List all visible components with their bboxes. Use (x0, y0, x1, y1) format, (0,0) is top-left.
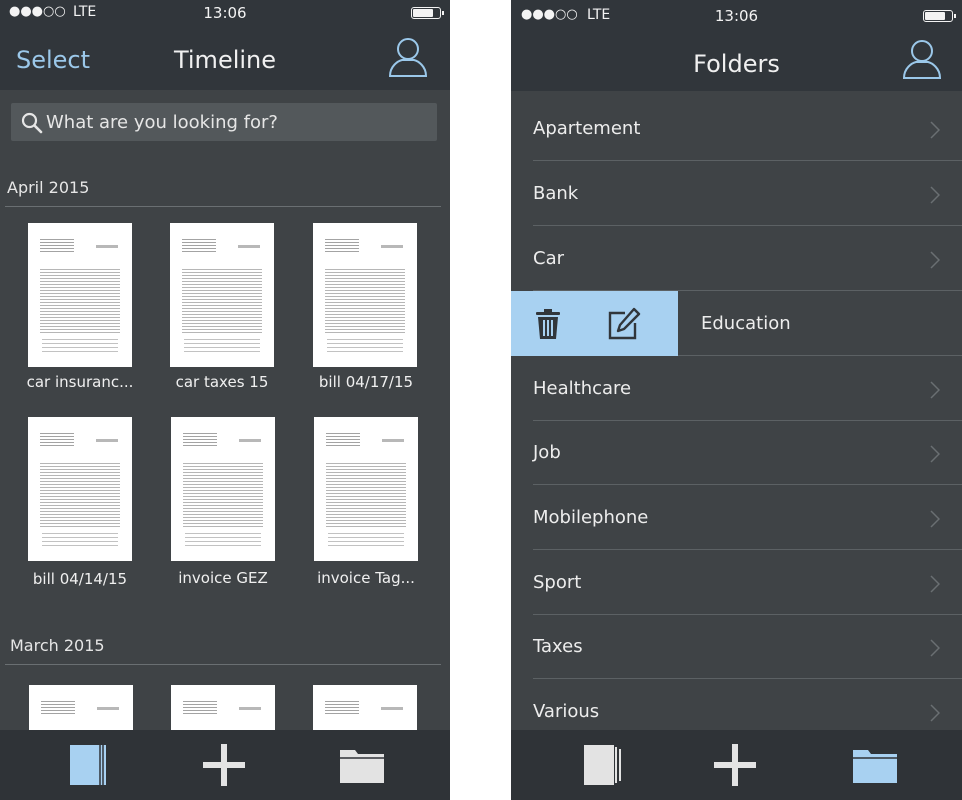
documents-icon (584, 745, 621, 785)
chevron-right-icon (930, 121, 940, 139)
document-caption: invoice GEZ (178, 569, 268, 587)
status-bar: ●●●○○ LTE 13:06 (511, 7, 962, 27)
folders-screen: ●●●○○ LTE 13:06 Folders Apartement Bank … (511, 0, 962, 800)
add-icon (714, 744, 756, 786)
document-thumbnail[interactable] (313, 223, 417, 367)
page-title: Folders (693, 50, 780, 78)
search-input[interactable]: What are you looking for? (11, 103, 437, 141)
timeline-screen: ●●●○○ LTE 13:06 Select Timeline What are… (0, 0, 450, 800)
tab-folders[interactable] (835, 730, 915, 800)
section-divider (5, 206, 441, 207)
folders-top-bar: ●●●○○ LTE 13:06 Folders (511, 0, 962, 91)
user-icon (902, 40, 942, 79)
folder-item-apartement[interactable]: Apartement (511, 97, 962, 161)
tab-bar (0, 730, 450, 800)
folder-label: Taxes (533, 636, 583, 657)
tab-bar (511, 730, 962, 800)
chevron-right-icon (930, 251, 940, 269)
row-divider (533, 484, 962, 485)
row-divider (533, 678, 962, 679)
chevron-right-icon (930, 575, 940, 593)
row-divider (533, 160, 962, 161)
document-caption: invoice Tag... (317, 569, 415, 587)
swipe-actions (511, 291, 678, 356)
section-label-april: April 2015 (7, 178, 90, 197)
battery-icon (923, 10, 956, 22)
tab-documents[interactable] (562, 730, 642, 800)
document-caption: bill 04/17/15 (318, 373, 414, 391)
document-thumbnail[interactable] (28, 223, 132, 367)
folder-label: Education (701, 313, 791, 334)
edit-button[interactable] (589, 291, 659, 356)
battery-icon (411, 7, 444, 19)
folder-label: Job (533, 442, 561, 463)
tab-documents[interactable] (48, 730, 128, 800)
document-caption: car insuranc... (26, 373, 134, 391)
folder-label: Apartement (533, 118, 641, 139)
folder-label: Sport (533, 572, 582, 593)
folder-label: Bank (533, 183, 579, 204)
documents-icon (70, 745, 106, 785)
chevron-right-icon (930, 704, 940, 722)
document-thumbnail[interactable] (28, 417, 132, 561)
folder-label: Healthcare (533, 378, 632, 399)
folder-icon (853, 750, 897, 783)
folder-item-job[interactable]: Job (511, 421, 962, 485)
trash-icon (536, 308, 560, 339)
folder-item-car[interactable]: Car (511, 227, 962, 291)
folder-item-taxes[interactable]: Taxes (511, 615, 962, 679)
tab-add[interactable] (184, 730, 264, 800)
document-caption: car taxes 15 (175, 373, 269, 391)
search-icon (21, 112, 43, 134)
chevron-right-icon (930, 186, 940, 204)
folder-item-sport[interactable]: Sport (511, 551, 962, 615)
document-thumbnail[interactable] (171, 417, 275, 561)
profile-button[interactable] (388, 36, 428, 78)
section-label-march: March 2015 (10, 636, 105, 655)
profile-button[interactable] (902, 38, 942, 80)
folder-icon (340, 750, 384, 783)
row-divider (533, 225, 962, 226)
folder-label: Car (533, 248, 564, 269)
status-time: 13:06 (203, 4, 247, 22)
search-placeholder: What are you looking for? (46, 112, 278, 133)
add-icon (203, 744, 245, 786)
edit-icon (608, 307, 641, 339)
page-title: Timeline (173, 46, 277, 74)
status-time: 13:06 (714, 7, 759, 25)
tab-folders[interactable] (322, 730, 402, 800)
section-divider (5, 664, 441, 665)
status-bar: ●●●○○ LTE 13:06 (0, 4, 450, 24)
document-thumbnail[interactable] (170, 223, 274, 367)
folder-item-mobilephone[interactable]: Mobilephone (511, 486, 962, 550)
delete-button[interactable] (513, 291, 583, 356)
chevron-right-icon (930, 445, 940, 463)
folder-label: Mobilephone (533, 507, 649, 528)
document-thumbnail[interactable] (314, 417, 418, 561)
timeline-top-bar: ●●●○○ LTE 13:06 Select Timeline (0, 0, 450, 90)
row-divider (533, 549, 962, 550)
folder-item-bank[interactable]: Bank (511, 162, 962, 226)
tab-add[interactable] (695, 730, 775, 800)
document-caption: bill 04/14/15 (32, 570, 128, 588)
user-icon (388, 38, 428, 77)
chevron-right-icon (930, 510, 940, 528)
chevron-right-icon (930, 639, 940, 657)
chevron-right-icon (930, 381, 940, 399)
folder-item-healthcare[interactable]: Healthcare (511, 357, 962, 421)
